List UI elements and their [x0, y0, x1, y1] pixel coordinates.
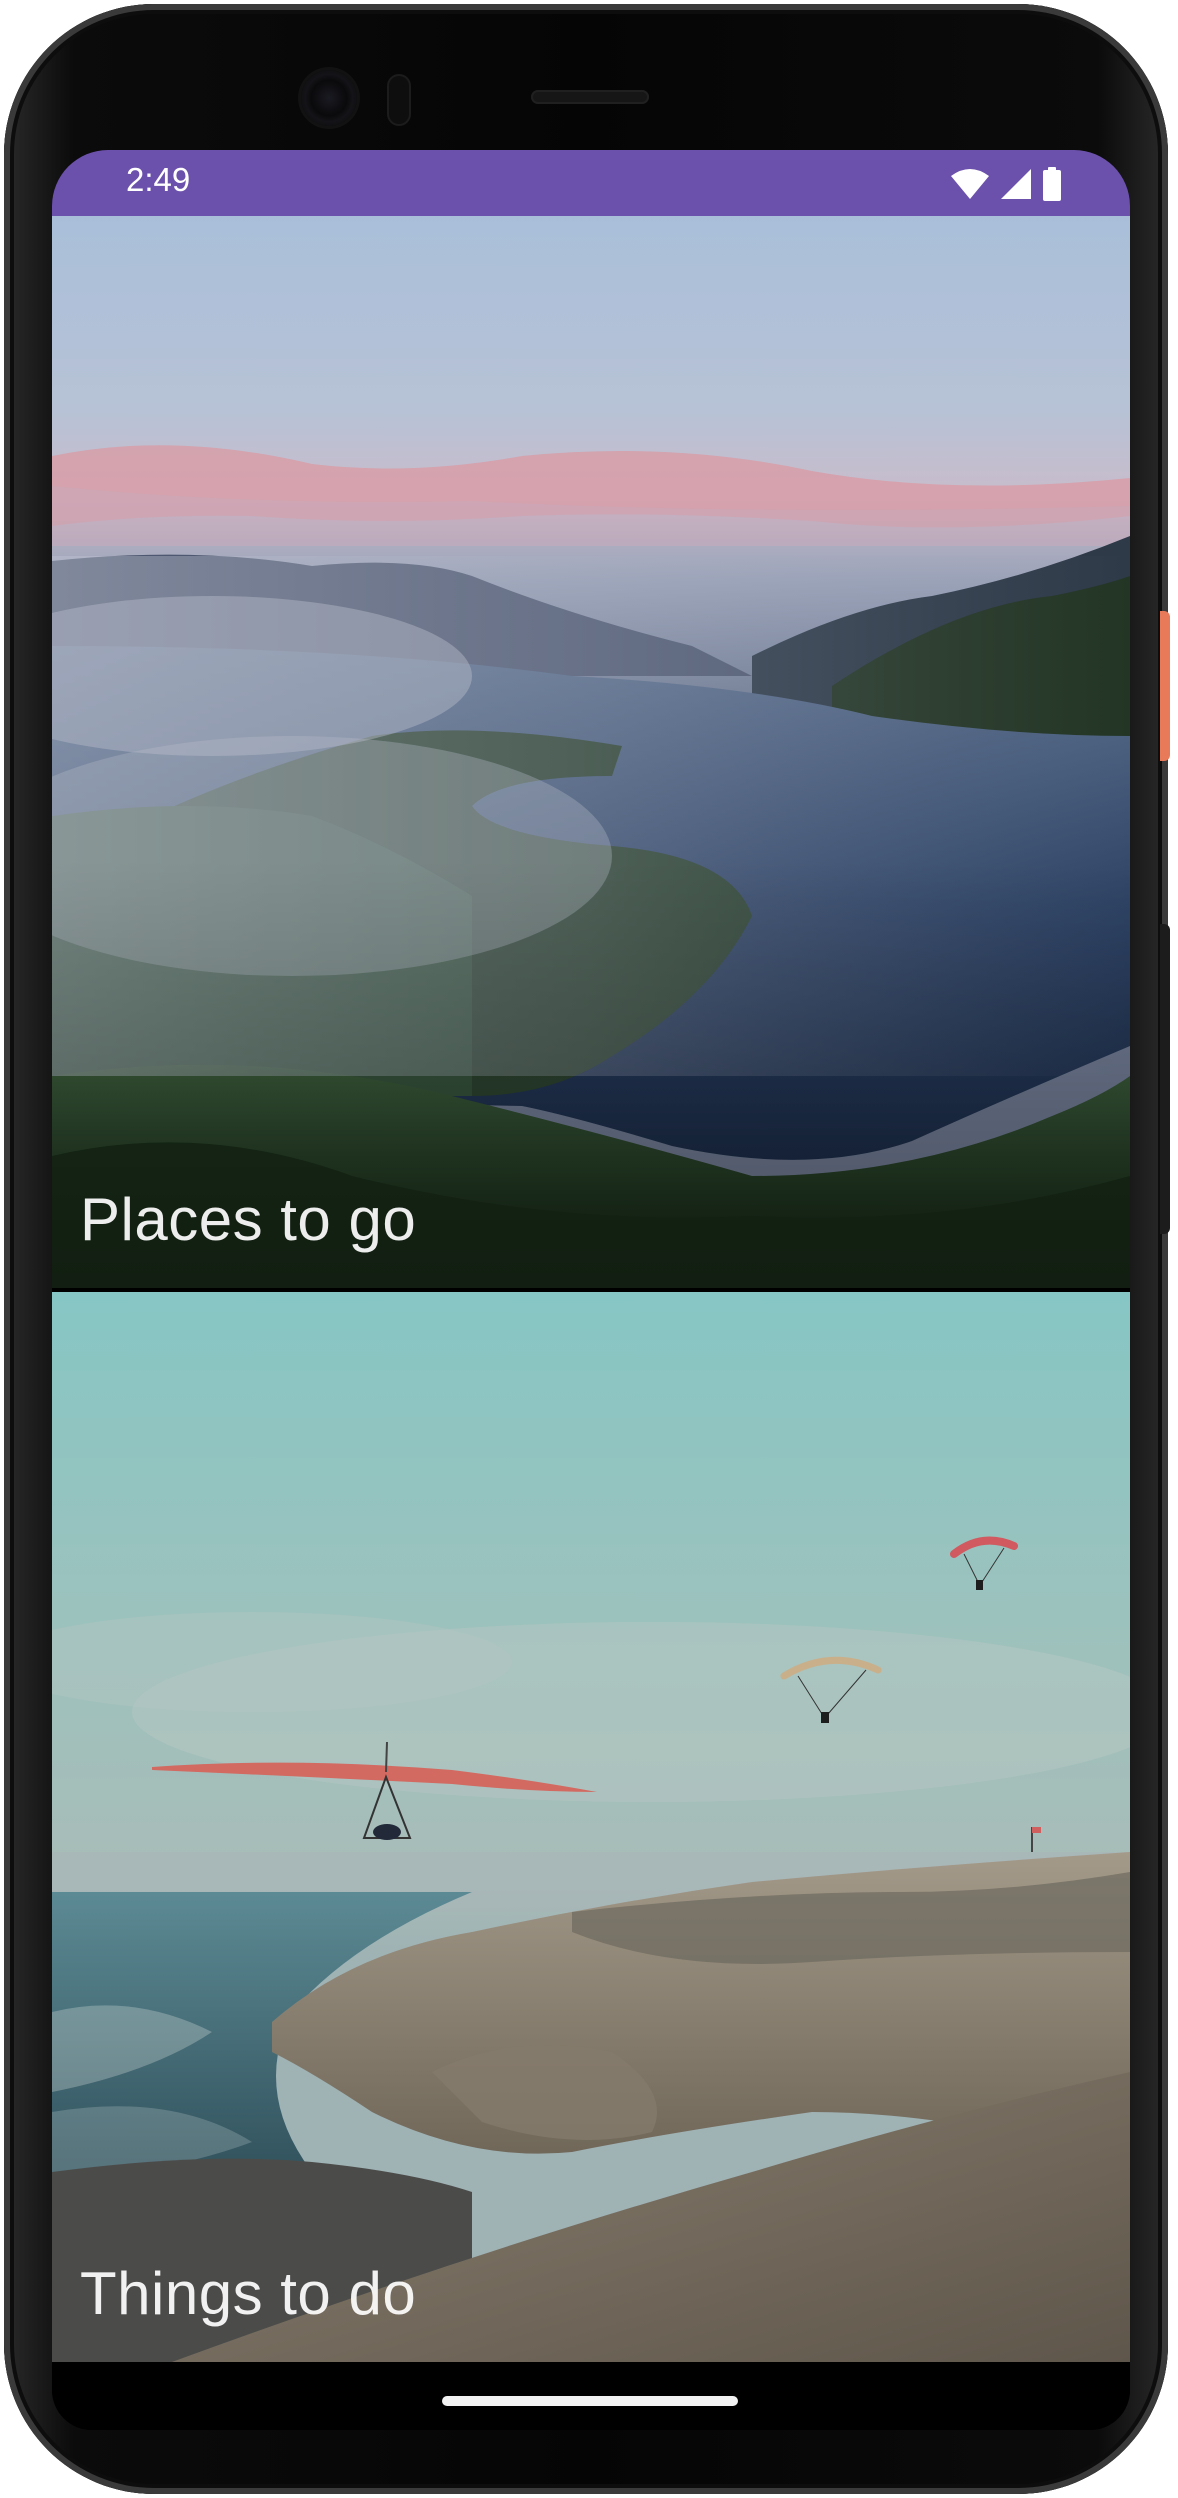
battery-icon — [1043, 167, 1061, 201]
earpiece-speaker — [531, 90, 649, 104]
power-button — [1160, 611, 1170, 761]
phone-frame: 2:49 Places to go Things to do — [4, 4, 1170, 2494]
cellular-signal-icon — [1001, 169, 1031, 199]
crater-lake-image — [52, 216, 1130, 1288]
status-icons — [950, 164, 1062, 204]
volume-button — [1160, 924, 1170, 1234]
front-camera — [301, 70, 357, 126]
status-bar: 2:49 — [52, 150, 1130, 216]
home-indicator[interactable] — [442, 2396, 738, 2406]
status-time: 2:49 — [126, 161, 191, 198]
hang-gliding-image — [52, 1292, 1130, 2362]
places-to-go-card[interactable]: Places to go — [52, 216, 1130, 1288]
things-to-do-card[interactable]: Things to do — [52, 1292, 1130, 2362]
screen: 2:49 Places to go Things to do — [52, 150, 1130, 2430]
wifi-icon — [951, 169, 989, 199]
proximity-sensor — [387, 74, 411, 126]
things-to-do-label: Things to do — [80, 2260, 417, 2327]
places-to-go-label: Places to go — [80, 1186, 417, 1253]
